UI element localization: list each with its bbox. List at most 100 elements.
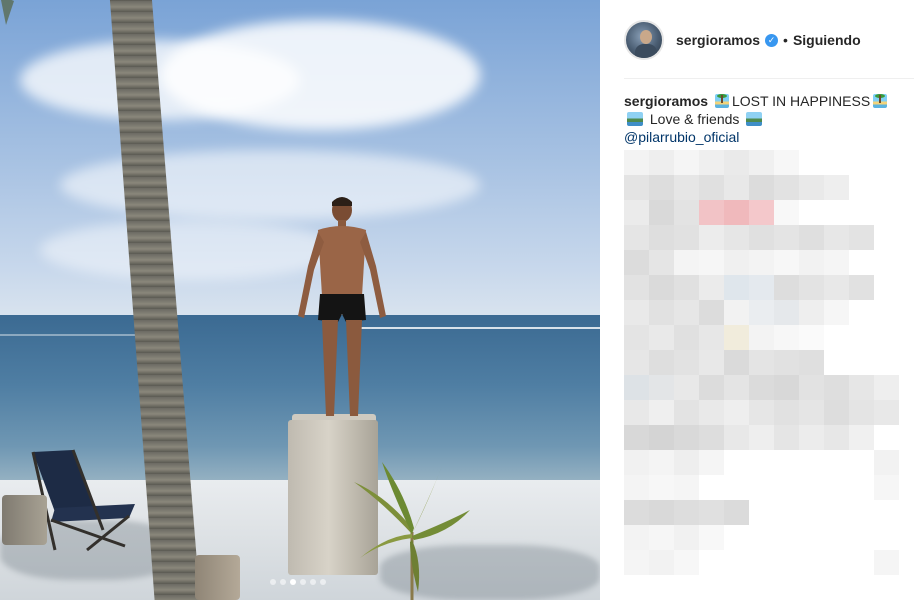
- pixel-block: [649, 350, 674, 375]
- pixel-block: [824, 175, 849, 200]
- mention-link[interactable]: @pilarrubio_oficial: [624, 128, 914, 146]
- carousel-dot[interactable]: [300, 579, 306, 585]
- following-button[interactable]: Siguiendo: [793, 32, 861, 48]
- pixel-block: [699, 150, 724, 175]
- pixel-block: [699, 525, 724, 550]
- pixel-block: [674, 200, 699, 225]
- pixel-block: [849, 400, 874, 425]
- pixel-block: [824, 300, 849, 325]
- national-park-emoji-icon: [746, 112, 763, 126]
- pixel-block: [774, 175, 799, 200]
- pixel-block: [624, 425, 649, 450]
- pixel-block: [824, 375, 849, 400]
- pixel-block: [649, 425, 674, 450]
- pixel-block: [699, 200, 724, 225]
- carousel-dot[interactable]: [310, 579, 316, 585]
- pixel-block: [774, 225, 799, 250]
- pixel-block: [874, 450, 899, 475]
- pixel-block: [749, 350, 774, 375]
- pixel-block: [649, 250, 674, 275]
- pixel-block: [749, 150, 774, 175]
- pixel-block: [649, 275, 674, 300]
- carousel-dot-active[interactable]: [290, 579, 296, 585]
- small-palm-plant: [354, 462, 470, 600]
- pixel-block: [674, 550, 699, 575]
- pixel-block: [699, 425, 724, 450]
- pixel-block: [674, 500, 699, 525]
- caption-line-1: sergioramos LOST IN HAPPINESS: [624, 92, 914, 110]
- pixel-block: [624, 350, 649, 375]
- pixel-block: [649, 400, 674, 425]
- pixel-block: [799, 275, 824, 300]
- pixel-block: [649, 200, 674, 225]
- pixel-block: [699, 325, 724, 350]
- caption-text: LOST IN HAPPINESS: [731, 93, 871, 109]
- pixel-block: [674, 175, 699, 200]
- pixel-block: [749, 200, 774, 225]
- pixel-block: [724, 325, 749, 350]
- pixel-block: [674, 350, 699, 375]
- caption-username[interactable]: sergioramos: [624, 93, 708, 109]
- pixel-block: [724, 200, 749, 225]
- pixel-block: [624, 225, 649, 250]
- pixel-block: [649, 475, 674, 500]
- carousel-dot[interactable]: [270, 579, 276, 585]
- avatar[interactable]: [624, 20, 664, 60]
- pixel-block: [749, 275, 774, 300]
- pixel-block: [649, 375, 674, 400]
- pixel-block: [624, 175, 649, 200]
- pixel-block: [699, 250, 724, 275]
- pixel-block: [699, 375, 724, 400]
- carousel-dot[interactable]: [320, 579, 326, 585]
- pixel-block: [649, 325, 674, 350]
- pixel-block: [724, 300, 749, 325]
- pixel-block: [774, 150, 799, 175]
- pixel-block: [799, 250, 824, 275]
- pixel-block: [724, 250, 749, 275]
- pixel-block: [674, 275, 699, 300]
- pixel-block: [724, 350, 749, 375]
- header-username[interactable]: sergioramos: [676, 32, 760, 48]
- pixel-block: [699, 350, 724, 375]
- pixel-block: [849, 275, 874, 300]
- pixel-block: [799, 225, 824, 250]
- carousel-dot[interactable]: [280, 579, 286, 585]
- pixel-block: [649, 225, 674, 250]
- pixel-block: [624, 150, 649, 175]
- pixel-block: [674, 150, 699, 175]
- pixel-block: [649, 500, 674, 525]
- carousel-indicator: [270, 579, 326, 585]
- pixel-block: [749, 425, 774, 450]
- pixel-block: [724, 275, 749, 300]
- post-sidebar: sergioramos ✓ • Siguiendo sergioramos LO…: [600, 0, 921, 600]
- pixel-block: [624, 400, 649, 425]
- surf-line: [0, 334, 140, 336]
- caption-line-2: Love & friends: [624, 110, 914, 128]
- pixel-block: [674, 450, 699, 475]
- pixel-block: [699, 450, 724, 475]
- pixel-block: [649, 300, 674, 325]
- pixel-block: [749, 175, 774, 200]
- pixel-block: [849, 375, 874, 400]
- pixel-block: [674, 475, 699, 500]
- pixel-block: [874, 375, 899, 400]
- separator-dot: •: [783, 32, 788, 48]
- pixel-block: [674, 250, 699, 275]
- pixel-block: [724, 400, 749, 425]
- pixel-block: [699, 300, 724, 325]
- pixel-block: [624, 450, 649, 475]
- pixel-block: [799, 350, 824, 375]
- pixel-block: [699, 175, 724, 200]
- pixel-block: [649, 150, 674, 175]
- pixel-block: [674, 525, 699, 550]
- pixel-block: [624, 375, 649, 400]
- pixel-block: [624, 325, 649, 350]
- post-photo[interactable]: [0, 0, 600, 600]
- pixel-block: [699, 225, 724, 250]
- pixel-block: [824, 275, 849, 300]
- pixel-block: [674, 375, 699, 400]
- pixel-block: [774, 275, 799, 300]
- pixel-block: [799, 400, 824, 425]
- pixel-block: [674, 425, 699, 450]
- pixel-block: [874, 400, 899, 425]
